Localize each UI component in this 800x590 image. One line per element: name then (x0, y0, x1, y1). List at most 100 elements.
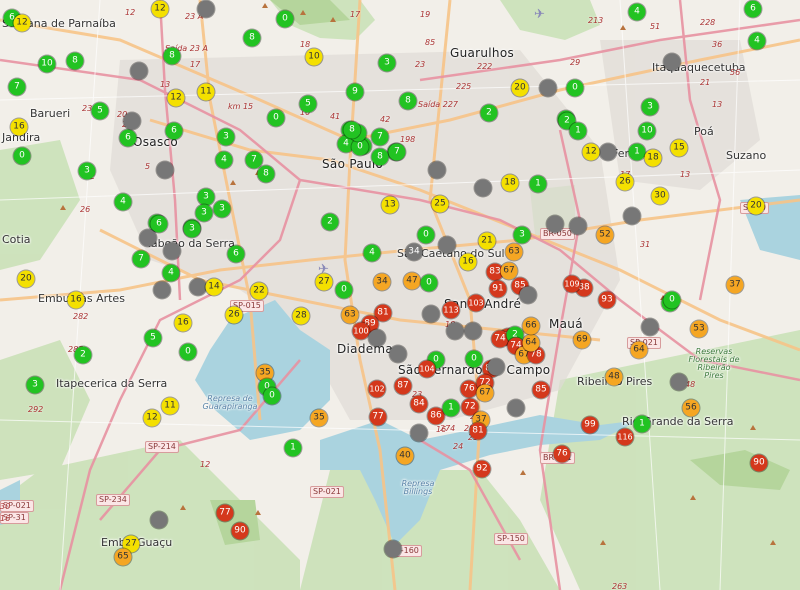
air-quality-marker[interactable]: 15 (670, 139, 688, 157)
air-quality-marker[interactable]: 103 (467, 294, 485, 312)
air-quality-marker[interactable]: 3 (78, 162, 96, 180)
air-quality-marker[interactable]: 28 (292, 307, 310, 325)
air-quality-marker[interactable]: 3 (26, 376, 44, 394)
air-quality-marker[interactable]: 53 (690, 320, 708, 338)
air-quality-marker[interactable]: 4 (363, 244, 381, 262)
air-quality-marker[interactable]: 3 (213, 200, 231, 218)
air-quality-marker[interactable] (422, 305, 440, 323)
air-quality-marker[interactable]: 16 (67, 291, 85, 309)
air-quality-marker[interactable]: 14 (205, 278, 223, 296)
air-quality-marker[interactable]: 25 (431, 195, 449, 213)
air-quality-marker[interactable] (599, 143, 617, 161)
air-quality-marker[interactable]: 11 (197, 83, 215, 101)
air-quality-marker[interactable]: 5 (91, 102, 109, 120)
air-quality-marker[interactable]: 90 (231, 522, 249, 540)
air-quality-marker[interactable]: 4 (114, 193, 132, 211)
air-quality-marker[interactable]: 81 (469, 422, 487, 440)
air-quality-marker[interactable]: 85 (532, 381, 550, 399)
air-quality-marker[interactable]: 18 (644, 149, 662, 167)
air-quality-marker[interactable]: 0 (276, 10, 294, 28)
air-quality-marker[interactable]: 16 (459, 253, 477, 271)
air-quality-marker[interactable]: 3 (513, 226, 531, 244)
air-quality-marker[interactable] (438, 236, 456, 254)
air-quality-marker[interactable]: 0 (267, 109, 285, 127)
air-quality-marker[interactable]: 30 (651, 187, 669, 205)
air-quality-marker[interactable]: 3 (195, 204, 213, 222)
air-quality-marker[interactable]: 8 (371, 148, 389, 166)
air-quality-marker[interactable]: 84 (410, 395, 428, 413)
air-quality-marker[interactable]: 4 (748, 32, 766, 50)
air-quality-marker[interactable]: 2 (321, 213, 339, 231)
air-quality-marker[interactable]: 12 (582, 143, 600, 161)
air-quality-marker[interactable]: 18 (501, 174, 519, 192)
air-quality-marker[interactable]: 1 (442, 399, 460, 417)
air-quality-marker[interactable] (153, 281, 171, 299)
air-quality-marker[interactable]: 48 (605, 368, 623, 386)
air-quality-marker[interactable] (546, 215, 564, 233)
air-quality-marker[interactable]: 6 (227, 245, 245, 263)
air-quality-marker[interactable]: 35 (310, 409, 328, 427)
air-quality-marker[interactable]: 109 (563, 275, 581, 293)
air-quality-marker[interactable]: 3 (378, 54, 396, 72)
air-quality-marker[interactable]: 6 (150, 215, 168, 233)
air-quality-marker[interactable]: 6 (165, 122, 183, 140)
air-quality-marker[interactable]: 8 (243, 29, 261, 47)
air-quality-marker[interactable]: 27 (315, 273, 333, 291)
air-quality-marker[interactable]: 3 (183, 220, 201, 238)
air-quality-marker[interactable]: 1 (628, 143, 646, 161)
air-quality-marker[interactable]: 6 (744, 0, 762, 18)
air-quality-marker[interactable]: 1 (284, 439, 302, 457)
air-quality-marker[interactable]: 91 (489, 280, 507, 298)
air-quality-marker[interactable]: 64 (522, 334, 540, 352)
air-quality-marker[interactable] (123, 112, 141, 130)
air-quality-marker[interactable]: 66 (522, 317, 540, 335)
air-quality-marker[interactable]: 64 (630, 341, 648, 359)
air-quality-marker[interactable]: 4 (628, 3, 646, 21)
air-quality-marker[interactable]: 2 (74, 346, 92, 364)
air-quality-marker[interactable] (156, 161, 174, 179)
air-quality-marker[interactable]: 93 (598, 291, 616, 309)
air-quality-marker[interactable]: 16 (10, 118, 28, 136)
air-quality-marker[interactable]: 0 (465, 350, 483, 368)
air-quality-marker[interactable]: 76 (460, 380, 478, 398)
air-quality-marker[interactable]: 20 (511, 79, 529, 97)
air-quality-marker[interactable]: 10 (38, 55, 56, 73)
air-quality-marker[interactable]: 52 (596, 226, 614, 244)
air-quality-marker[interactable]: 76 (553, 445, 571, 463)
air-quality-marker[interactable]: 0 (566, 79, 584, 97)
air-quality-marker[interactable]: 26 (616, 173, 634, 191)
air-quality-marker[interactable]: 2 (480, 104, 498, 122)
air-quality-marker[interactable]: 0 (179, 343, 197, 361)
air-quality-marker[interactable]: 5 (299, 95, 317, 113)
air-quality-marker[interactable] (428, 161, 446, 179)
air-quality-marker[interactable]: 67 (500, 262, 518, 280)
air-quality-marker[interactable] (569, 217, 587, 235)
air-quality-marker[interactable]: 3 (217, 128, 235, 146)
air-quality-marker[interactable]: 34 (373, 273, 391, 291)
air-quality-marker[interactable]: 8 (257, 165, 275, 183)
air-quality-marker[interactable] (189, 278, 207, 296)
air-quality-marker[interactable]: 56 (682, 399, 700, 417)
air-quality-marker[interactable]: 67 (476, 384, 494, 402)
air-quality-marker[interactable]: 21 (478, 232, 496, 250)
air-quality-marker[interactable]: 99 (581, 416, 599, 434)
air-quality-marker[interactable]: 104 (418, 360, 436, 378)
air-quality-marker[interactable]: 8 (163, 47, 181, 65)
air-quality-marker[interactable]: 0 (663, 291, 681, 309)
air-quality-marker[interactable]: 13 (381, 196, 399, 214)
air-quality-marker[interactable]: 16 (174, 314, 192, 332)
air-quality-marker[interactable] (539, 79, 557, 97)
air-quality-marker[interactable] (197, 0, 215, 18)
air-quality-marker[interactable]: 4 (215, 151, 233, 169)
air-quality-marker[interactable]: 8 (399, 92, 417, 110)
air-quality-marker[interactable] (130, 62, 148, 80)
air-quality-marker[interactable] (139, 229, 157, 247)
air-quality-marker[interactable]: 40 (396, 447, 414, 465)
air-quality-marker[interactable]: 69 (573, 331, 591, 349)
air-quality-marker[interactable]: 0 (263, 387, 281, 405)
air-quality-marker[interactable]: 77 (216, 504, 234, 522)
air-quality-marker[interactable] (464, 322, 482, 340)
air-quality-marker[interactable]: 7 (132, 250, 150, 268)
air-quality-marker[interactable] (670, 373, 688, 391)
air-quality-marker[interactable]: 0 (417, 226, 435, 244)
